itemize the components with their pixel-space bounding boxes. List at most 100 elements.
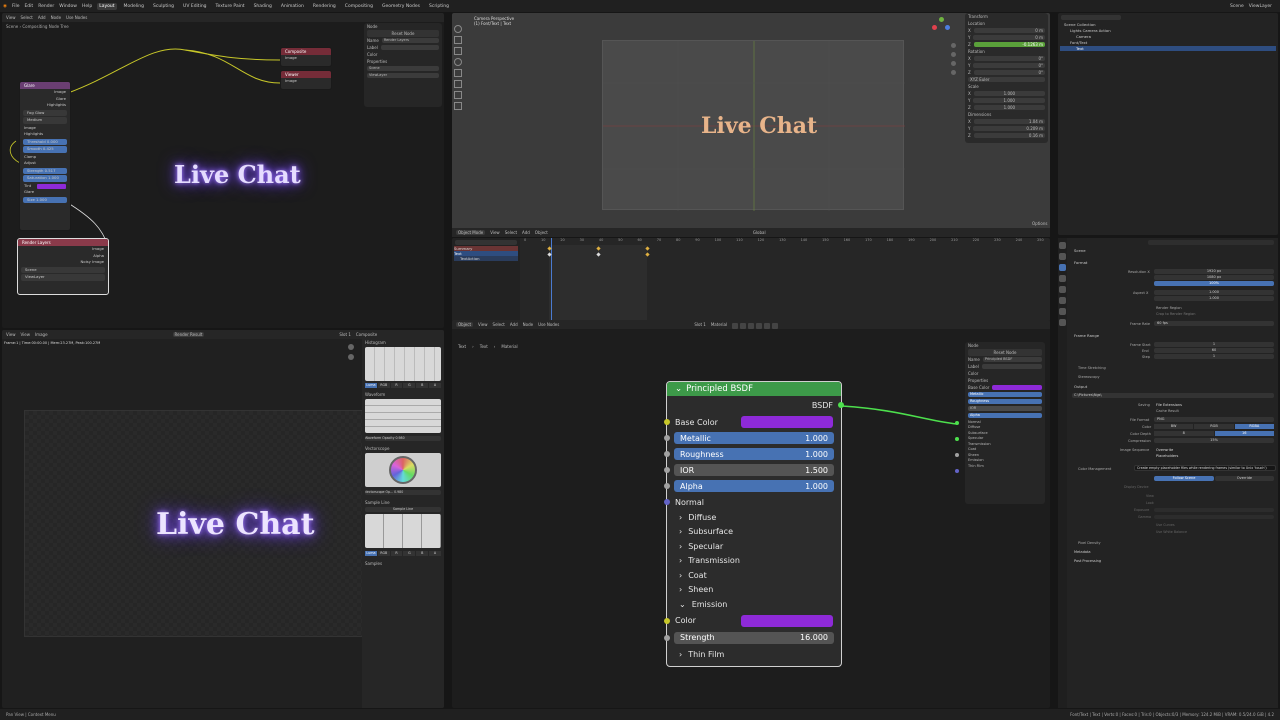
camera-view-icon[interactable] <box>951 61 956 66</box>
rotation-mode-dropdown[interactable]: XYZ Euler <box>968 77 1045 82</box>
navigation-gizmo[interactable] <box>932 17 952 37</box>
properties-editor[interactable]: Scene Format Resolution X 1920 px 1080 p… <box>1058 238 1278 708</box>
menu-file[interactable]: File <box>12 4 20 9</box>
color-management-panel[interactable]: Color Management <box>1078 467 1111 471</box>
zoom-icon[interactable] <box>951 43 956 48</box>
crop-region-checkbox[interactable]: Crop to Render Region <box>1156 312 1195 316</box>
frame-end-field[interactable]: 60 <box>1154 348 1274 353</box>
follow-scene-button[interactable]: Follow Scene <box>1154 476 1214 481</box>
viewer-node[interactable]: Viewer Image <box>280 70 332 90</box>
tab-scripting[interactable]: Scripting <box>427 3 451 10</box>
dim-z-field[interactable]: 0.16 m <box>973 133 1045 138</box>
output-node-socket[interactable] <box>955 437 959 441</box>
r-button[interactable]: R <box>390 551 403 556</box>
render-region-checkbox[interactable]: Render Region <box>1156 306 1182 310</box>
depth-16-button[interactable]: 16 <box>1214 431 1274 436</box>
zoom-icon[interactable] <box>348 344 354 350</box>
normal-socket[interactable] <box>664 499 670 505</box>
compositor-area[interactable]: View Select Add Node Use Nodes Scene › C… <box>2 13 444 328</box>
collection-item[interactable]: Lights Camera Action <box>1070 28 1111 33</box>
layer-dropdown[interactable]: ViewLayer <box>21 274 105 281</box>
ior-slider[interactable]: IOR 1.500 <box>674 464 834 476</box>
scene-collection[interactable]: Scene Collection <box>1064 22 1096 27</box>
menu-view-mode[interactable]: View <box>6 332 16 337</box>
dim-x-field[interactable]: 1.04 m <box>973 119 1045 124</box>
metadata-panel[interactable]: Metadata <box>1074 550 1091 554</box>
image-editor[interactable]: View View Image Render Result Slot 1 Com… <box>2 330 444 708</box>
size-slider[interactable]: Size 1.000 <box>23 196 67 203</box>
g-button[interactable]: G <box>403 551 416 556</box>
tab-compositing[interactable]: Compositing <box>343 3 375 10</box>
thin-film-panel[interactable]: Thin Film <box>965 463 1045 469</box>
scene-dropdown[interactable]: Scene <box>21 266 105 273</box>
roughness-field[interactable]: Roughness <box>968 399 1042 404</box>
scene-tab-icon[interactable] <box>1059 286 1066 293</box>
output-path-field[interactable]: C:\Pictures\Ngs\ <box>1072 393 1274 398</box>
a-button[interactable]: A <box>429 383 441 388</box>
label-field[interactable] <box>981 364 1042 369</box>
name-field[interactable]: Render Layers <box>381 38 439 43</box>
properties-search[interactable] <box>1148 240 1274 245</box>
base-color-swatch[interactable] <box>741 416 833 428</box>
tab-texture-paint[interactable]: Texture Paint <box>214 3 247 10</box>
strength-socket[interactable] <box>664 634 670 641</box>
sample-line-button[interactable]: Sample Line <box>365 507 441 512</box>
b-button[interactable]: B <box>416 383 429 388</box>
slot-dropdown[interactable]: Slot 1 <box>339 332 350 337</box>
name-field[interactable]: Principled BSDF <box>982 357 1042 362</box>
world-tab-icon[interactable] <box>1059 297 1066 304</box>
loc-x-field[interactable]: 0 m <box>973 28 1045 33</box>
menu-window[interactable]: Window <box>59 4 77 9</box>
a-button[interactable]: A <box>429 551 441 556</box>
cache-result-checkbox[interactable]: Cache Result <box>1156 409 1179 413</box>
menu-view[interactable]: View <box>21 332 31 337</box>
quality-dropdown[interactable]: Medium <box>23 117 67 124</box>
waveform-panel[interactable]: Waveform <box>362 391 388 398</box>
dim-y-field[interactable]: 0.209 m <box>973 126 1045 131</box>
ior-field[interactable]: IOR <box>968 406 1042 411</box>
tab-shading[interactable]: Shading <box>252 3 274 10</box>
camera-item[interactable]: Camera <box>1076 34 1091 39</box>
output-node-socket[interactable] <box>955 469 959 473</box>
aspect-y-field[interactable]: 1.000 <box>1154 296 1274 301</box>
pan-icon[interactable] <box>348 354 354 360</box>
gamma-slider[interactable] <box>1154 515 1274 519</box>
transform-orientation-dropdown[interactable]: Global <box>753 230 766 235</box>
composite-node[interactable]: Composite Image <box>280 47 332 67</box>
emission-color-swatch[interactable] <box>741 614 833 627</box>
rgb-button[interactable]: RGB <box>377 383 390 388</box>
use-curves-checkbox[interactable]: Use Curves <box>1156 523 1175 527</box>
alpha-field[interactable]: Alpha <box>968 413 1042 418</box>
depth-8-button[interactable]: 8 <box>1154 431 1214 436</box>
annotate-tool-icon[interactable] <box>454 91 462 99</box>
smooth-slider[interactable]: Smooth 0.425 <box>23 146 67 153</box>
pixel-density-panel[interactable]: Pixel Density <box>1078 541 1101 545</box>
properties-panel[interactable]: Properties <box>364 58 442 65</box>
color-bw-button[interactable]: BW <box>1154 424 1194 429</box>
font-collection-item[interactable]: Font/Text <box>1070 40 1087 45</box>
outliner-search[interactable] <box>1061 15 1121 20</box>
scale-x-field[interactable]: 1.000 <box>973 91 1045 96</box>
options-dropdown[interactable]: Options <box>1032 221 1047 226</box>
tab-layout[interactable]: Layout <box>97 2 117 10</box>
transmission-panel[interactable]: › Transmission <box>667 554 841 569</box>
exposure-slider[interactable] <box>1154 508 1274 512</box>
color-rgba-button[interactable]: RGBA <box>1234 424 1274 429</box>
sample-line-scope[interactable] <box>365 514 441 548</box>
waveform-scope[interactable] <box>365 399 441 433</box>
perspective-toggle-icon[interactable] <box>951 70 956 75</box>
output-tab-icon[interactable] <box>1059 264 1066 271</box>
diffuse-panel[interactable]: › Diffuse <box>667 510 841 525</box>
menu-edit[interactable]: Edit <box>24 4 33 9</box>
outliner[interactable]: Scene Collection Lights Camera Action Ca… <box>1058 13 1278 235</box>
node-header[interactable]: ⌄ Principled BSDF <box>667 382 841 396</box>
tool-tab-icon[interactable] <box>1059 242 1066 249</box>
frame-rate-dropdown[interactable]: 60 fps <box>1154 321 1274 326</box>
loc-z-field[interactable]: -0.1263 m <box>973 42 1045 47</box>
metallic-slider[interactable]: Metallic 1.000 <box>674 432 834 444</box>
menu-render[interactable]: Render <box>38 4 54 9</box>
subsurface-panel[interactable]: › Subsurface <box>667 525 841 540</box>
scene-field[interactable]: Scene <box>367 66 439 71</box>
vectorscope-scope[interactable] <box>365 453 441 487</box>
luma-button[interactable]: Luma <box>365 551 377 556</box>
